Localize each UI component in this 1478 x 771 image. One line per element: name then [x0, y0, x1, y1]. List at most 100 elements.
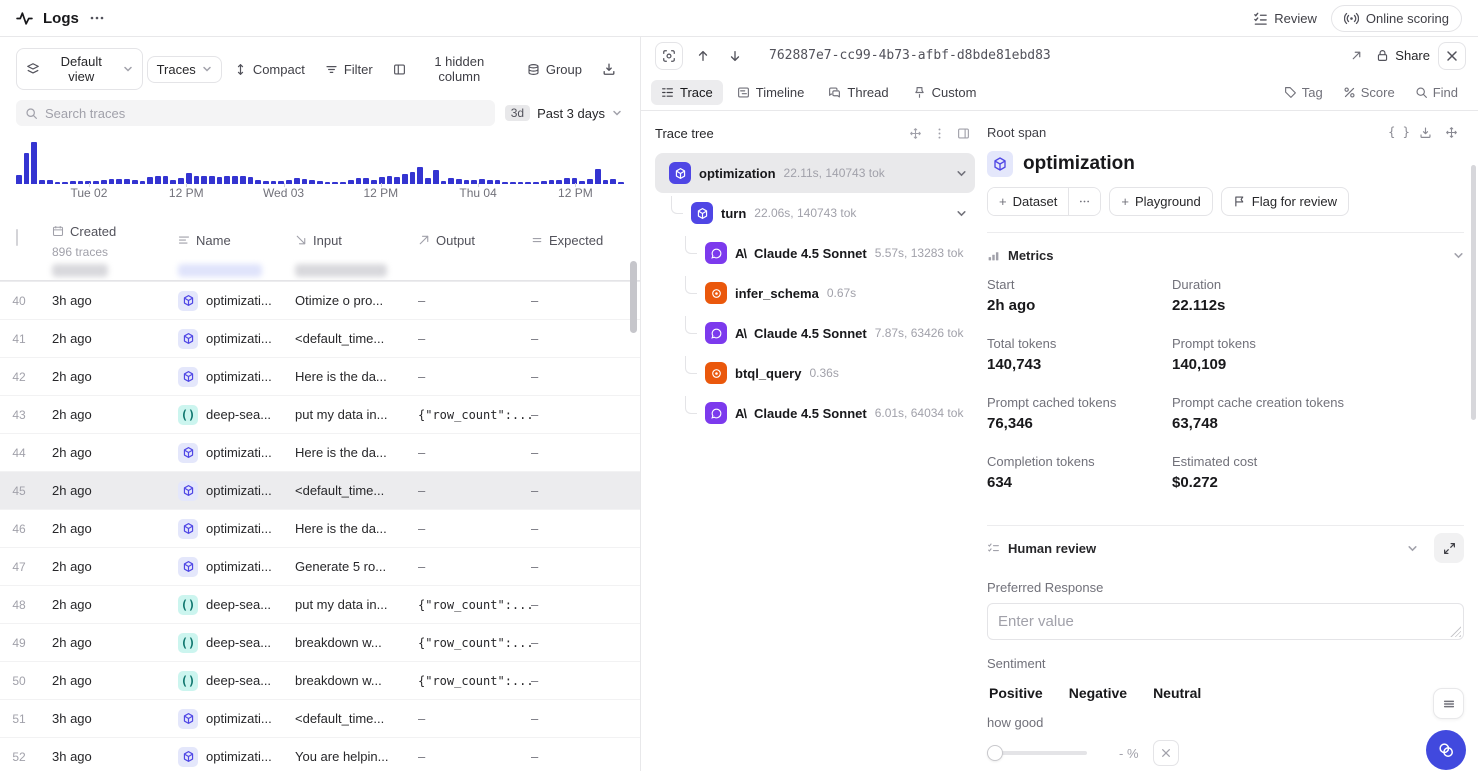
histogram-bar[interactable] — [433, 170, 439, 184]
histogram-bar[interactable] — [70, 181, 76, 184]
expand-review-button[interactable] — [1434, 533, 1464, 563]
column-header-name[interactable]: Name — [178, 225, 295, 250]
column-header-expected[interactable]: Expected — [531, 225, 640, 250]
sentiment-neutral-button[interactable]: Neutral — [1153, 685, 1201, 701]
histogram-bar[interactable] — [510, 182, 516, 184]
add-to-dataset-button[interactable]: + Dataset — [988, 188, 1068, 215]
histogram-bar[interactable] — [93, 181, 99, 184]
histogram-bar[interactable] — [217, 177, 223, 184]
histogram-bar[interactable] — [618, 182, 624, 184]
column-header-created[interactable]: Created — [52, 216, 178, 241]
histogram-bar[interactable] — [24, 153, 30, 184]
trace-tree-span-claude-4-5-sonnet[interactable]: A\Claude 4.5 Sonnet7.87s, 63426 tok — [655, 313, 975, 353]
histogram-bar[interactable] — [286, 180, 292, 184]
histogram-bar[interactable] — [16, 175, 22, 184]
histogram-bar[interactable] — [332, 182, 338, 184]
histogram-bar[interactable] — [456, 179, 462, 184]
table-row[interactable]: 452h agooptimizati...<default_time...–– — [0, 472, 640, 510]
histogram-bar[interactable] — [209, 176, 215, 184]
histogram-bar[interactable] — [487, 180, 493, 184]
table-row[interactable]: 513h agooptimizati...<default_time...–– — [0, 700, 640, 738]
tree-options-button[interactable] — [927, 121, 951, 145]
histogram-bar[interactable] — [263, 181, 269, 184]
histogram-bar[interactable] — [518, 182, 524, 184]
table-row[interactable]: 412h agooptimizati...<default_time...–– — [0, 320, 640, 358]
trace-tree-span-claude-4-5-sonnet[interactable]: A\Claude 4.5 Sonnet6.01s, 64034 tok — [655, 393, 975, 433]
trace-tree-span-btql-query[interactable]: btql_query0.36s — [655, 353, 975, 393]
more-options-button[interactable] — [89, 10, 105, 26]
previous-trace-button[interactable] — [691, 44, 715, 68]
histogram-bar[interactable] — [533, 182, 539, 184]
tab-timeline[interactable]: Timeline — [727, 80, 815, 105]
histogram-bar[interactable] — [340, 182, 346, 184]
histogram-bar[interactable] — [495, 180, 501, 184]
histogram-bar[interactable] — [240, 176, 246, 184]
histogram-bar[interactable] — [556, 180, 562, 184]
histogram-bar[interactable] — [448, 178, 454, 184]
slider-knob[interactable] — [987, 745, 1003, 761]
histogram-bar[interactable] — [564, 178, 570, 184]
histogram-bar[interactable] — [595, 169, 601, 184]
tab-custom[interactable]: Custom — [903, 80, 987, 105]
histogram-bar[interactable] — [410, 172, 416, 184]
histogram-bar[interactable] — [62, 182, 68, 184]
histogram-bar[interactable] — [31, 142, 37, 184]
download-span-button[interactable] — [1412, 120, 1438, 144]
histogram-bar[interactable] — [170, 180, 176, 184]
histogram-bar[interactable] — [309, 180, 315, 184]
sentiment-positive-button[interactable]: Positive — [989, 685, 1043, 701]
table-row[interactable]: 502h ago()deep-sea...breakdown w...{"row… — [0, 662, 640, 700]
histogram-bar[interactable] — [356, 178, 362, 184]
view-json-button[interactable]: { } — [1386, 120, 1412, 144]
histogram-bar[interactable] — [248, 177, 254, 184]
histogram-bar[interactable] — [147, 177, 153, 184]
export-button[interactable] — [594, 57, 624, 81]
histogram-bar[interactable] — [541, 181, 547, 184]
column-header-output[interactable]: Output — [418, 225, 531, 250]
hidden-columns-button[interactable]: 1 hidden column — [385, 49, 515, 89]
trace-tree-span-optimization[interactable]: optimization22.11s, 140743 tok — [655, 153, 975, 193]
histogram-bar[interactable] — [525, 182, 531, 184]
table-row[interactable]: 472h agooptimizati...Generate 5 ro...–– — [0, 548, 640, 586]
search-input[interactable] — [45, 106, 486, 121]
table-row[interactable]: 422h agooptimizati...Here is the da...–– — [0, 358, 640, 396]
table-row[interactable]: 462h agooptimizati...Here is the da...–– — [0, 510, 640, 548]
histogram-bar[interactable] — [163, 176, 169, 184]
histogram-bar[interactable] — [348, 180, 354, 184]
histogram-bar[interactable] — [371, 180, 377, 184]
histogram-bar[interactable] — [394, 177, 400, 184]
floating-menu-button[interactable] — [1433, 688, 1464, 719]
filter-button[interactable]: Filter — [317, 57, 381, 82]
tag-button[interactable]: Tag — [1276, 80, 1331, 105]
move-detail-button[interactable] — [1438, 120, 1464, 144]
histogram-bar[interactable] — [464, 180, 470, 184]
table-row[interactable]: 482h ago()deep-sea...put my data in...{"… — [0, 586, 640, 624]
histogram-bar[interactable] — [194, 176, 200, 184]
table-row[interactable]: 442h agooptimizati...Here is the da...–– — [0, 434, 640, 472]
time-range-select[interactable]: 3d Past 3 days — [503, 103, 624, 123]
histogram-bar[interactable] — [610, 179, 616, 184]
tab-thread[interactable]: Thread — [818, 80, 898, 105]
preferred-response-input[interactable] — [998, 613, 1453, 630]
open-in-new-button[interactable] — [1344, 44, 1368, 68]
histogram-bar[interactable] — [587, 179, 593, 184]
tab-trace[interactable]: Trace — [651, 80, 723, 105]
braintrust-assistant-button[interactable] — [1426, 730, 1466, 770]
histogram-bar[interactable] — [155, 176, 161, 184]
move-pane-button[interactable] — [903, 121, 927, 145]
close-panel-button[interactable] — [1438, 42, 1466, 70]
trace-volume-histogram[interactable]: Tue 0212 PMWed 0312 PMThu 0412 PM — [16, 136, 624, 204]
histogram-bar[interactable] — [124, 179, 130, 184]
find-button[interactable]: Find — [1407, 80, 1466, 105]
histogram-bar[interactable] — [140, 181, 146, 184]
column-header-input[interactable]: Input — [295, 225, 418, 250]
table-row[interactable]: 523h agooptimizati...You are helpin...–– — [0, 738, 640, 771]
histogram-bar[interactable] — [441, 181, 447, 184]
histogram-bar[interactable] — [132, 180, 138, 184]
histogram-bar[interactable] — [201, 176, 207, 184]
histogram-bar[interactable] — [317, 181, 323, 184]
focus-span-button[interactable] — [655, 42, 683, 70]
histogram-bar[interactable] — [224, 176, 230, 184]
flag-for-review-button[interactable]: Flag for review — [1221, 187, 1349, 216]
trace-tree-span-claude-4-5-sonnet[interactable]: A\Claude 4.5 Sonnet5.57s, 13283 tok — [655, 233, 975, 273]
